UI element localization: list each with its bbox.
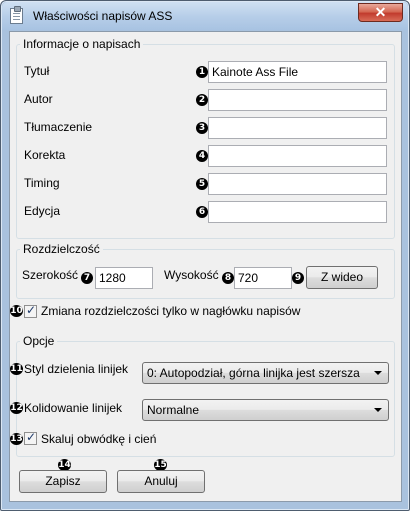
author-field[interactable] (208, 89, 387, 111)
badge-3: 3 (196, 122, 208, 134)
badge-10: 10 (10, 305, 23, 317)
badge-6: 6 (196, 206, 208, 218)
save-button[interactable]: Zapisz (19, 470, 107, 493)
translation-label: Tłumaczenie (24, 120, 93, 134)
badge-7: 7 (81, 272, 93, 284)
width-label: Szerokość (22, 268, 79, 282)
info-group-title: Informacje o napisach (20, 37, 144, 51)
badge-9: 9 (292, 272, 304, 284)
width-field[interactable]: 1280 (95, 267, 153, 289)
header-only-label[interactable]: Zmiana rozdzielczości tylko w nagłówku n… (41, 304, 300, 318)
badge-5: 5 (196, 178, 208, 190)
wrap-style-value: 0: Autopodział, górna linijka jest szers… (147, 366, 360, 380)
title-label: Tytuł (24, 64, 50, 78)
editing-field[interactable] (208, 145, 387, 167)
chevron-down-icon (374, 408, 382, 412)
properties-dialog: Właściwości napisów ASS ✕ Informacje o n… (0, 0, 410, 511)
header-only-checkbox[interactable] (24, 303, 37, 318)
close-button[interactable]: ✕ (358, 3, 403, 22)
title-bar[interactable]: Właściwości napisów ASS ✕ (2, 2, 408, 30)
scale-border-checkbox[interactable] (24, 430, 37, 445)
collision-value: Normalne (147, 403, 200, 417)
from-video-button[interactable]: Z wideo (306, 266, 378, 289)
dialog-client-area: Informacje o napisach Tytuł 1 Kainote As… (9, 31, 402, 502)
height-label: Wysokość (164, 268, 219, 282)
badge-12: 12 (10, 402, 23, 414)
options-group-title: Opcje (20, 334, 58, 348)
wrap-style-select[interactable]: 0: Autopodział, górna linijka jest szers… (142, 362, 389, 384)
collision-select[interactable]: Normalne (142, 399, 389, 421)
collision-label: Kolidowanie linijek (24, 401, 123, 415)
author-label: Autor (24, 92, 53, 106)
resolution-group-title: Rozdzielczość (20, 242, 103, 256)
timing-label: Timing (24, 176, 60, 190)
cancel-button[interactable]: Anuluj (117, 470, 205, 493)
wrap-style-label: Styl dzielenia linijek (24, 362, 129, 376)
scale-border-label[interactable]: Skaluj obwódkę i cień (41, 432, 156, 446)
chevron-down-icon (374, 371, 382, 375)
document-icon (10, 6, 23, 24)
window-title: Właściwości napisów ASS (33, 9, 173, 23)
title-field[interactable]: Kainote Ass File (208, 61, 387, 83)
edition-label: Edycja (24, 204, 61, 218)
timing-field[interactable] (208, 173, 387, 195)
badge-2: 2 (196, 94, 208, 106)
badge-1: 1 (196, 66, 208, 78)
editing-label: Korekta (24, 148, 66, 162)
badge-4: 4 (196, 150, 208, 162)
badge-13: 13 (10, 433, 23, 445)
height-field[interactable]: 720 (234, 267, 292, 289)
badge-8: 8 (222, 272, 234, 284)
badge-11: 11 (10, 363, 23, 375)
edition-field[interactable] (208, 201, 387, 223)
translation-field[interactable] (208, 117, 387, 139)
